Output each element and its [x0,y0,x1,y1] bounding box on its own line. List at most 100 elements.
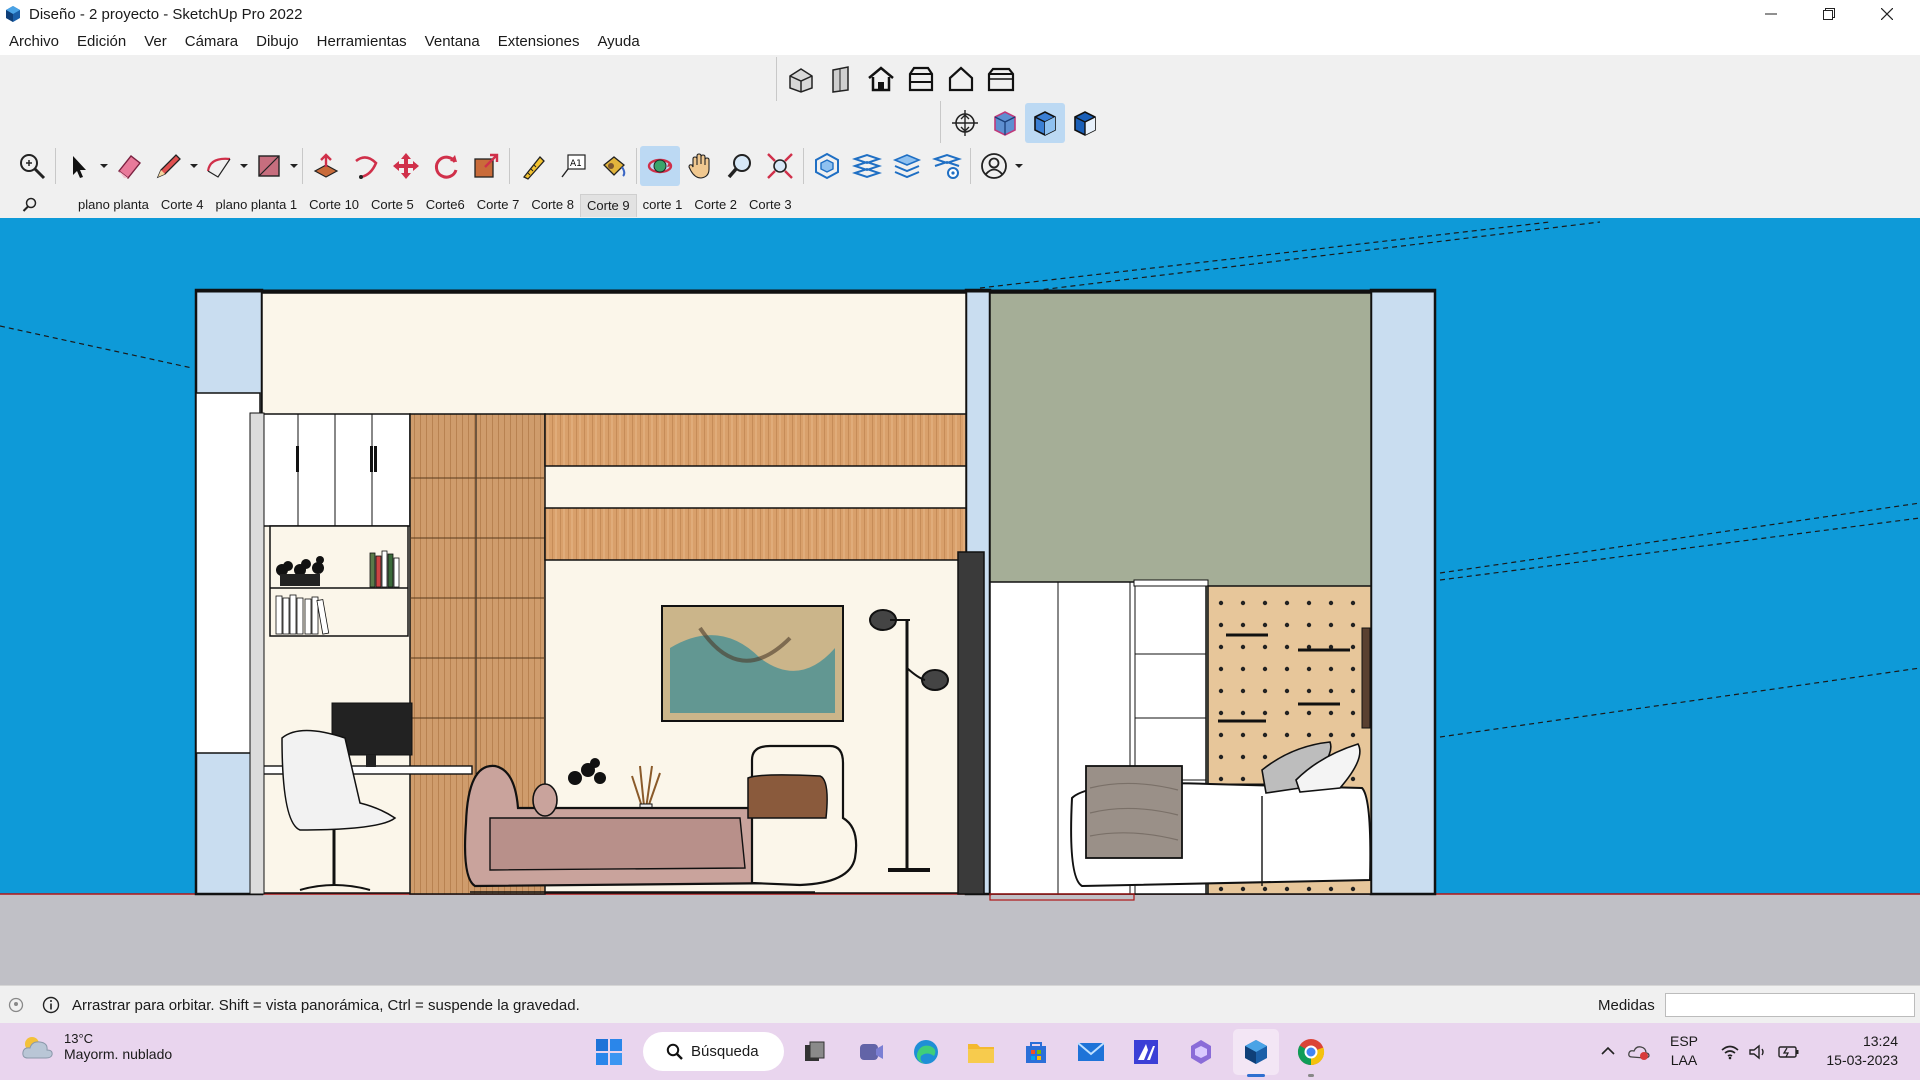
file-explorer-button[interactable] [958,1029,1004,1075]
start-button[interactable] [586,1029,632,1075]
measures-input[interactable] [1665,993,1915,1017]
right-view-button[interactable] [901,59,941,99]
menu-ayuda[interactable]: Ayuda [588,28,648,55]
back-edges-button[interactable] [985,103,1025,143]
scene-tab[interactable]: Corte 2 [688,194,743,216]
scene-tab[interactable]: Corte6 [420,194,471,216]
chevron-down-icon[interactable] [239,161,249,171]
close-icon [1881,8,1893,20]
teams-button[interactable] [848,1029,894,1075]
rectangle-button[interactable] [249,146,289,186]
iso-view-button[interactable] [781,59,821,99]
minimize-icon [1765,13,1777,15]
edge-button[interactable] [903,1029,949,1075]
clock[interactable]: 13:24 15-03-2023 [1818,1032,1898,1070]
arc-button[interactable] [199,146,239,186]
info-icon[interactable] [42,996,60,1014]
scene-tab[interactable]: Corte 10 [303,194,365,216]
scene-tab[interactable]: Corte 8 [525,194,580,216]
hidden-line-button[interactable] [1065,103,1105,143]
back-view-icon [948,66,974,92]
minimize-button[interactable] [1742,0,1800,28]
task-view-button[interactable] [792,1029,838,1075]
zoom-window-button[interactable] [760,146,800,186]
chrome-button[interactable] [1288,1029,1334,1077]
language-indicator[interactable]: ESP LAA [1670,1032,1698,1070]
sketchup-taskbar-button[interactable] [1233,1029,1279,1077]
back-view-button[interactable] [941,59,981,99]
scene-tab[interactable]: plano planta 1 [209,194,303,216]
section-cut-button[interactable] [847,146,887,186]
eraser-button[interactable] [109,146,149,186]
left-view-button[interactable] [981,59,1021,99]
search-icon[interactable] [22,197,38,213]
volume-icon[interactable] [1748,1044,1768,1060]
rotate-button[interactable] [426,146,466,186]
menu-archivo[interactable]: Archivo [0,28,68,55]
cushion [747,774,828,819]
section-plane-button[interactable] [807,146,847,186]
push-pull-button[interactable] [306,146,346,186]
mail-button[interactable] [1068,1029,1114,1075]
store-button[interactable] [1013,1029,1059,1075]
follow-me-button[interactable] [346,146,386,186]
menu-dibujo[interactable]: Dibujo [247,28,308,55]
zoom-extents-button[interactable] [12,146,52,186]
zoom-button[interactable] [720,146,760,186]
scene-tab[interactable]: Corte 7 [471,194,526,216]
scene-tab-active[interactable]: Corte 9 [580,193,637,217]
scale-button[interactable] [466,146,506,186]
language-code: ESP [1670,1033,1699,1049]
push-pull-icon [313,153,339,178]
wood-band-lower [544,507,967,561]
model-viewport[interactable] [0,218,1920,985]
section-fill-button[interactable] [887,146,927,186]
scene-tab[interactable]: Corte 4 [155,194,210,216]
account-button[interactable] [974,146,1014,186]
wifi-icon[interactable] [1720,1044,1740,1060]
copilot-button[interactable] [1178,1029,1224,1075]
line-button[interactable] [149,146,189,186]
section-settings-button[interactable] [927,146,967,186]
chrome-icon [1297,1039,1325,1066]
wireframe-button[interactable] [1025,103,1065,143]
scene-tab[interactable]: corte 1 [637,194,689,216]
paint-bucket-icon [603,156,626,177]
chevron-down-icon[interactable] [289,161,299,171]
select-button[interactable] [59,146,99,186]
weather-widget[interactable]: 13°C Mayorm. nublado [20,1031,172,1062]
front-view-button[interactable] [861,59,901,99]
onedrive-error-icon[interactable] [1628,1043,1650,1061]
menu-edicion[interactable]: Edición [68,28,135,55]
xray-button[interactable] [945,103,985,143]
menu-extensiones[interactable]: Extensiones [489,28,589,55]
title-bar: Diseño - 2 proyecto - SketchUp Pro 2022 [0,0,1920,28]
scene-tab[interactable]: Corte 5 [365,194,420,216]
menu-ver[interactable]: Ver [135,28,176,55]
restore-button[interactable] [1800,0,1858,28]
geolocation-icon[interactable] [8,997,24,1013]
menu-herramientas[interactable]: Herramientas [308,28,416,55]
chevron-down-icon[interactable] [189,161,199,171]
follow-me-icon [355,156,378,179]
text-button[interactable]: A1 [553,146,593,186]
paint-bucket-button[interactable] [593,146,633,186]
close-button[interactable] [1858,0,1916,28]
scene-tab[interactable]: Corte 3 [743,194,798,216]
tape-measure-button[interactable] [513,146,553,186]
pan-button[interactable] [680,146,720,186]
tray-overflow-chevron-icon[interactable] [1600,1043,1616,1059]
section-settings-icon [932,153,962,179]
menu-camara[interactable]: Cámara [176,28,247,55]
scene-tab[interactable]: plano planta [72,194,155,216]
edge-icon [914,1040,938,1064]
orbit-button[interactable] [640,146,680,186]
move-button[interactable] [386,146,426,186]
taskbar-search[interactable]: Búsqueda [643,1032,784,1071]
chevron-down-icon[interactable] [1014,161,1024,171]
menu-ventana[interactable]: Ventana [416,28,489,55]
battery-icon[interactable] [1778,1044,1800,1060]
chevron-down-icon[interactable] [99,161,109,171]
autodesk-button[interactable] [1123,1029,1169,1075]
top-view-button[interactable] [821,59,861,99]
